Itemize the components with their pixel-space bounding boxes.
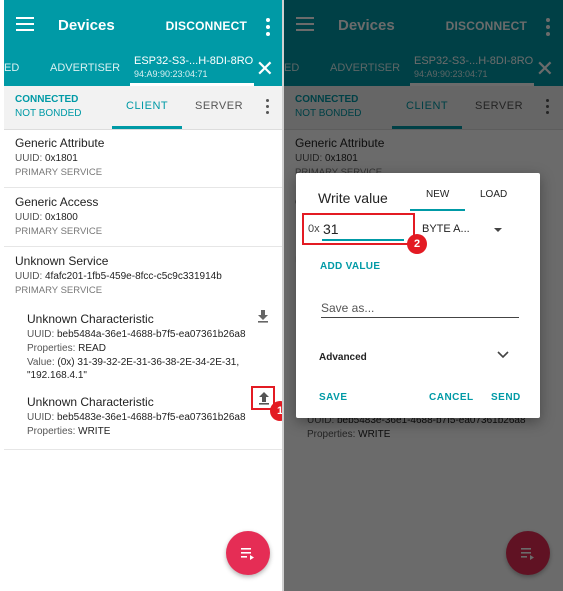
characteristic-name: Unknown Characteristic — [27, 312, 154, 326]
service-item[interactable]: Unknown Service UUID: 4fafc201-1fb5-459e… — [15, 254, 222, 296]
tab-partial[interactable]: ED — [4, 62, 19, 74]
hex-prefix: 0x — [308, 223, 320, 235]
fab-list-icon — [241, 548, 254, 560]
bond-state: NOT BONDED — [15, 108, 82, 119]
client-tab-indicator — [112, 126, 182, 129]
characteristic-properties: Properties: READ — [27, 343, 106, 354]
send-button[interactable]: SEND — [491, 392, 521, 403]
advanced-toggle[interactable]: Advanced — [319, 352, 367, 363]
service-item[interactable]: Generic Attribute UUID: 0x1801 PRIMARY S… — [15, 136, 104, 178]
characteristic-item[interactable]: Unknown Characteristic UUID: beb5483e-36… — [27, 395, 246, 437]
hex-value-input[interactable]: 31 — [323, 221, 339, 237]
divider — [4, 246, 283, 247]
save-button[interactable]: SAVE — [319, 392, 348, 403]
add-value-button[interactable]: ADD VALUE — [320, 261, 380, 272]
characteristic-item[interactable]: Unknown Characteristic UUID: beb5484a-36… — [27, 312, 246, 381]
dropdown-arrow-icon[interactable] — [494, 228, 502, 232]
tab-load[interactable]: LOAD — [480, 189, 507, 200]
download-icon[interactable] — [256, 309, 270, 323]
device-name: ESP32-S3-...H-8DI-8RO — [134, 55, 254, 67]
value-type-select[interactable]: BYTE A... — [422, 223, 470, 235]
screenshot-root: Devices DISCONNECT ED ADVERTISER ESP32-S… — [0, 0, 563, 591]
characteristic-uuid: UUID: beb5483e-36e1-4688-b7f5-ea07361b26… — [27, 412, 246, 423]
app-toolbar: Devices DISCONNECT — [4, 0, 283, 52]
device-mac: 94:A9:90:23:04:71 — [134, 69, 208, 79]
step-badge-2: 2 — [407, 234, 427, 254]
service-uuid: UUID: 0x1800 — [15, 212, 78, 223]
tab-client[interactable]: CLIENT — [126, 100, 168, 112]
app-title: Devices — [58, 17, 115, 34]
tab-device[interactable]: ESP32-S3-...H-8DI-8RO 94:A9:90:23:04:71 — [134, 55, 253, 79]
close-icon[interactable]: ✕ — [256, 58, 274, 80]
left-screen: Devices DISCONNECT ED ADVERTISER ESP32-S… — [4, 0, 283, 591]
service-name: Unknown Service — [15, 254, 109, 268]
tab-server[interactable]: SERVER — [195, 100, 243, 112]
save-as-input[interactable]: Save as... — [321, 301, 374, 315]
cancel-button[interactable]: CANCEL — [429, 392, 474, 403]
service-type: PRIMARY SERVICE — [15, 285, 103, 296]
service-name: Generic Attribute — [15, 136, 105, 150]
service-item[interactable]: Generic Access UUID: 0x1800 PRIMARY SERV… — [15, 195, 102, 237]
menu-icon[interactable] — [16, 17, 34, 31]
divider — [4, 187, 283, 188]
chevron-down-icon[interactable] — [497, 351, 509, 359]
divider — [4, 449, 283, 450]
service-type: PRIMARY SERVICE — [15, 167, 103, 178]
characteristic-value-string: "192.168.4.1" — [27, 370, 87, 381]
tab-advertiser[interactable]: ADVERTISER — [50, 62, 120, 74]
service-name: Generic Access — [15, 195, 99, 209]
new-tab-indicator — [410, 209, 465, 211]
service-type: PRIMARY SERVICE — [15, 226, 103, 237]
service-uuid: UUID: 4fafc201-1fb5-459e-8fcc-c5c9c33191… — [15, 271, 222, 282]
fab-button[interactable] — [226, 531, 270, 575]
dialog-title: Write value — [318, 190, 388, 206]
input-underline — [322, 239, 404, 241]
connection-state: CONNECTED — [15, 94, 79, 105]
characteristic-properties: Properties: WRITE — [27, 426, 111, 437]
disconnect-button[interactable]: DISCONNECT — [166, 19, 247, 33]
input-underline — [321, 317, 519, 318]
characteristic-uuid: UUID: beb5484a-36e1-4688-b7f5-ea07361b26… — [27, 329, 246, 340]
service-uuid: UUID: 0x1801 — [15, 153, 78, 164]
write-value-dialog: Write value NEW LOAD 0x 31 2 BYTE A... A… — [296, 173, 540, 418]
characteristic-value: Value: (0x) 31-39-32-2E-31-36-38-2E-34-2… — [27, 357, 240, 368]
characteristic-name: Unknown Characteristic — [27, 395, 154, 409]
connection-bar: CONNECTED NOT BONDED CLIENT SERVER — [4, 86, 283, 130]
more-vert-icon[interactable] — [266, 99, 270, 117]
more-vert-icon[interactable] — [266, 18, 270, 39]
tab-new[interactable]: NEW — [426, 189, 449, 200]
device-tabs: ED ADVERTISER ESP32-S3-...H-8DI-8RO 94:A… — [4, 52, 283, 86]
